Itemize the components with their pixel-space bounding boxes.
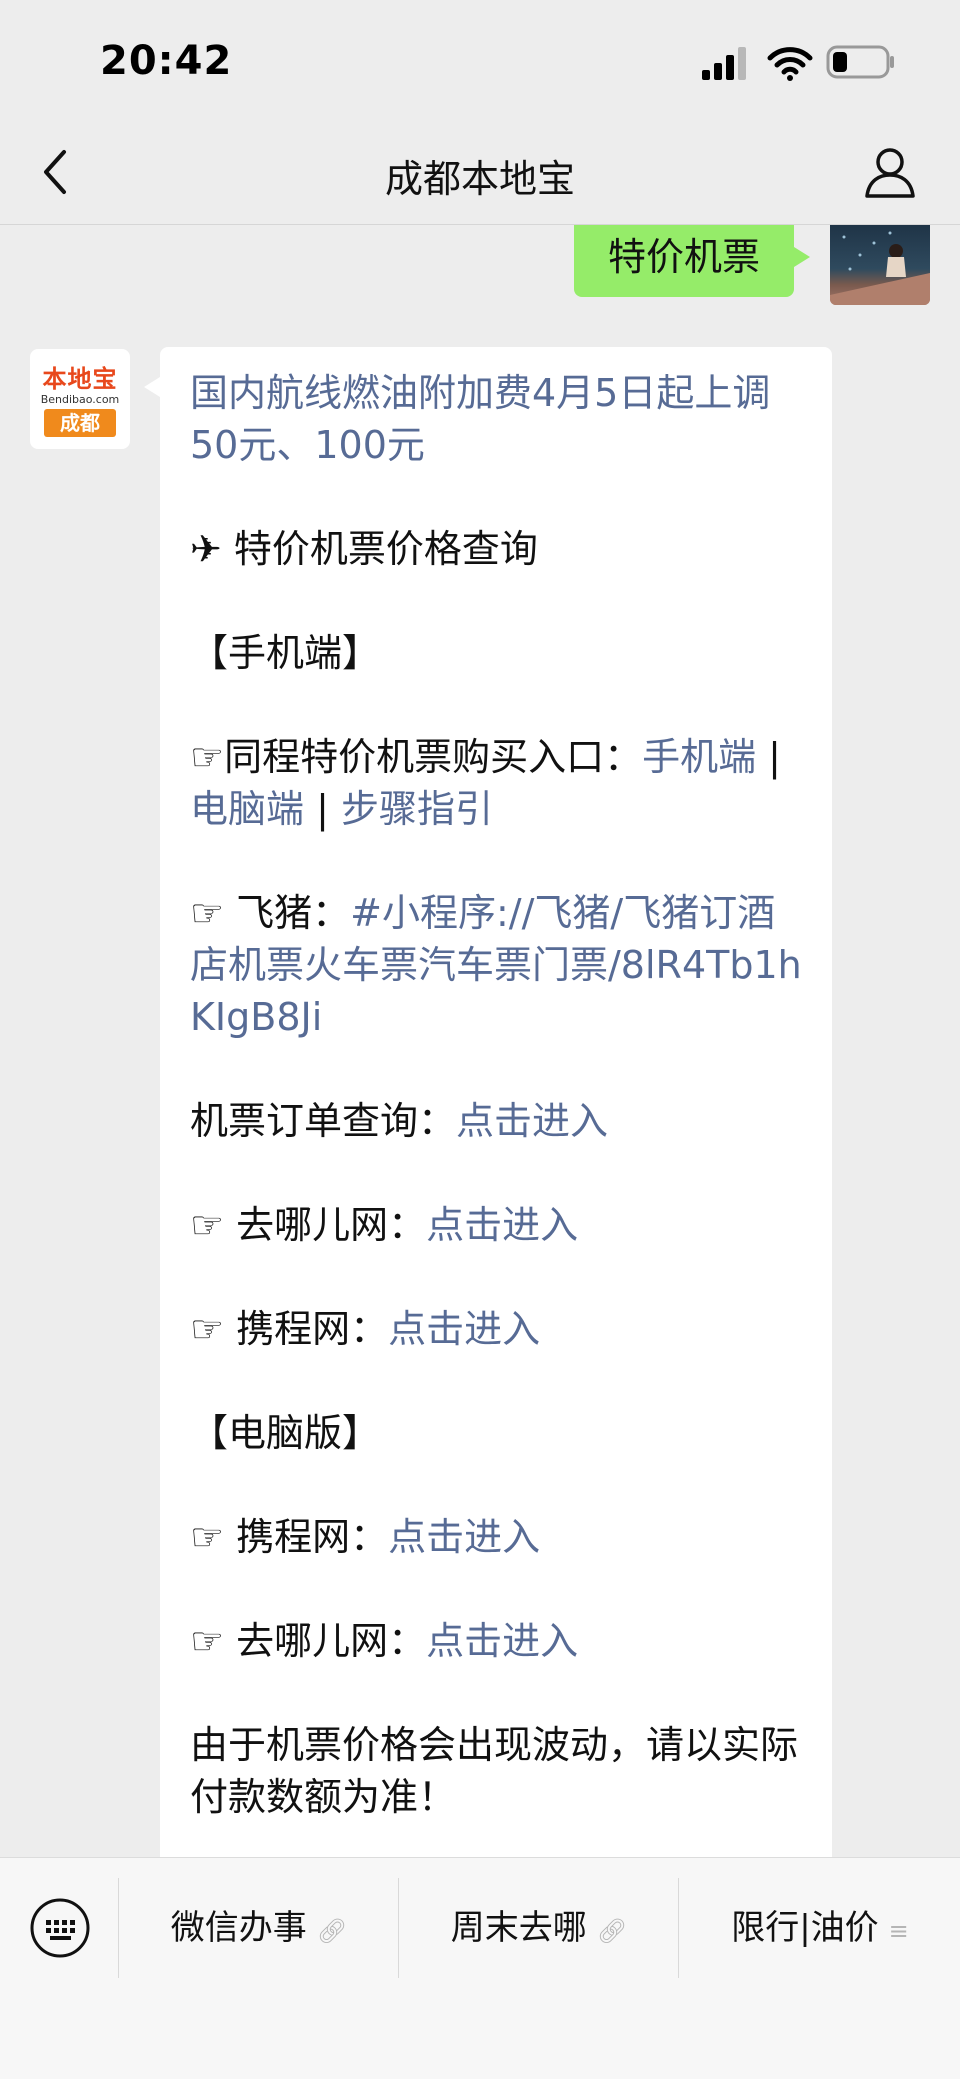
qunar-pc-link[interactable]: 点击进入 (426, 1619, 578, 1663)
qunar-label: ☞ 去哪儿网： (190, 1619, 427, 1663)
ctrip-pc-link[interactable]: 点击进入 (388, 1515, 540, 1559)
menu-divider (118, 1878, 119, 1978)
qunar-mobile-link[interactable]: 点击进入 (426, 1203, 578, 1247)
ctrip-mobile-link[interactable]: 点击进入 (388, 1307, 540, 1351)
bottom-menu-bar: 微信办事 🔗︎ 周末去哪 🔗︎ 限行|油价 ≡ (0, 1857, 960, 2079)
battery-icon (826, 45, 894, 79)
query-title: ✈ 特价机票价格查询 (190, 527, 538, 571)
chat-area[interactable]: 特价机票 本地宝 Bendibao.com 成都 国内航线燃油附加费4月5日起上… (0, 225, 960, 1857)
keyboard-icon[interactable] (28, 1896, 92, 1960)
price-note: 由于机票价格会出现波动，请以实际付款数额为准！ (190, 1723, 799, 1819)
wifi-icon (767, 47, 813, 81)
profile-icon[interactable] (862, 144, 918, 200)
status-time: 20:42 (100, 38, 233, 84)
logo-text: 本地宝 (42, 365, 118, 393)
official-account-avatar[interactable]: 本地宝 Bendibao.com 成都 (30, 349, 130, 449)
section-pc: 【电脑版】 (190, 1411, 381, 1455)
status-bar: 20:42 (0, 0, 960, 120)
menu-divider (678, 1878, 679, 1978)
received-message-bubble: 国内航线燃油附加费4月5日起上调50元、100元 ✈ 特价机票价格查询 【手机端… (144, 347, 832, 1857)
tongcheng-mobile-link[interactable]: 手机端 (642, 735, 756, 779)
user-avatar-image (830, 231, 930, 305)
sent-message: 特价机票 (574, 225, 811, 297)
headline-link[interactable]: 国内航线燃油附加费4月5日起上调50元、100元 (190, 371, 770, 467)
menu-icon: ≡ (888, 1917, 909, 1945)
menu-item-wechat-services[interactable]: 微信办事 🔗︎ (120, 1898, 398, 1958)
message-content: 国内航线燃油附加费4月5日起上调50元、100元 ✈ 特价机票价格查询 【手机端… (190, 367, 810, 1857)
menu-item-label: 周末去哪 (450, 1908, 587, 1948)
menu-item-label: 限行|油价 (731, 1908, 879, 1948)
feizhu-label: ☞ 飞猪： (190, 891, 351, 935)
user-avatar[interactable] (830, 225, 930, 305)
section-mobile: 【手机端】 (190, 631, 381, 675)
menu-item-weekend[interactable]: 周末去哪 🔗︎ (400, 1898, 678, 1958)
separator: | (756, 735, 781, 779)
menu-item-traffic-oil[interactable]: 限行|油价 ≡ (680, 1898, 960, 1958)
order-query-link[interactable]: 点击进入 (456, 1099, 608, 1143)
separator: | (304, 787, 341, 831)
order-query-label: 机票订单查询： (190, 1099, 457, 1143)
logo-domain: Bendibao.com (40, 393, 120, 406)
ctrip-label: ☞ 携程网： (190, 1307, 389, 1351)
tongcheng-steps-link[interactable]: 步骤指引 (341, 787, 493, 831)
tongcheng-pc-link[interactable]: 电脑端 (190, 787, 304, 831)
link-icon: 🔗︎ (596, 1917, 628, 1945)
logo-city: 成都 (44, 409, 116, 437)
menu-divider (398, 1878, 399, 1978)
link-icon: 🔗︎ (316, 1917, 348, 1945)
tongcheng-label: ☞同程特价机票购买入口： (190, 735, 643, 779)
page-title: 成都本地宝 (384, 157, 575, 201)
ctrip-label: ☞ 携程网： (190, 1515, 389, 1559)
nav-bar: 成都本地宝 (0, 120, 960, 225)
menu-item-label: 微信办事 (170, 1908, 307, 1948)
sent-bubble[interactable]: 特价机票 (574, 225, 811, 297)
signal-icon (702, 47, 746, 80)
qunar-label: ☞ 去哪儿网： (190, 1203, 427, 1247)
